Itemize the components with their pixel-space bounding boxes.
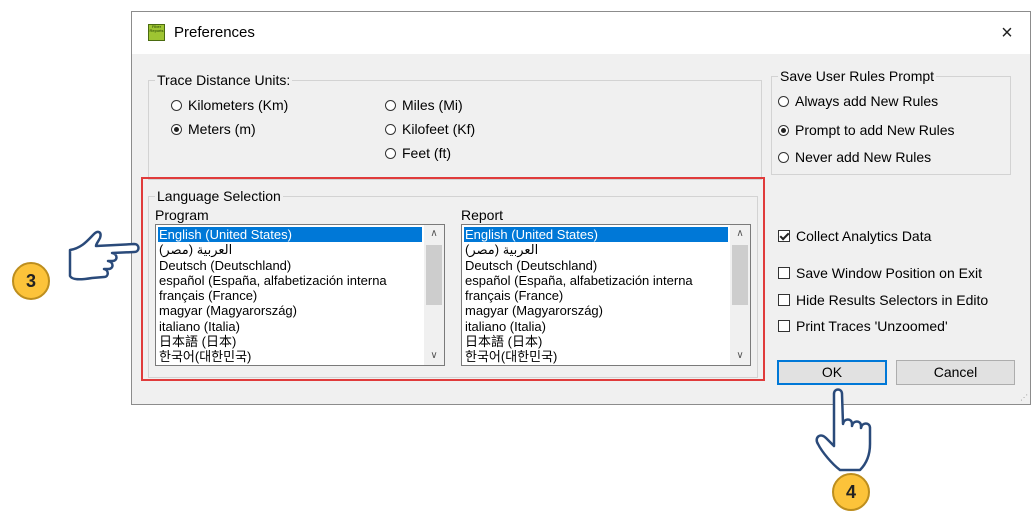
collect-analytics-checkbox[interactable]: Collect Analytics Data [778,228,931,244]
step-4-callout: 4 [832,473,870,511]
radio-dot [778,125,789,136]
radio-feet[interactable]: Feet (ft) [385,145,451,161]
checkbox-box [778,267,790,279]
pointing-hand-up-icon [815,388,872,472]
checkbox-label: Collect Analytics Data [796,228,932,244]
radio-always-add-rules[interactable]: Always add New Rules [778,93,938,109]
radio-kilometers[interactable]: Kilometers (Km) [171,97,288,113]
radio-dot [385,148,396,159]
print-traces-checkbox[interactable]: Print Traces 'Unzoomed' [778,318,948,334]
app-icon: Fiber Reports [148,24,165,41]
radio-never-add-rules[interactable]: Never add New Rules [778,149,931,165]
radio-label: Kilofeet (Kf) [402,121,476,137]
radio-label: Meters (m) [188,121,256,137]
radio-dot [171,124,182,135]
checkbox-label: Hide Results Selectors in Edito [796,292,989,308]
title-bar[interactable]: Fiber Reports Preferences × [132,12,1030,54]
checkbox-label: Print Traces 'Unzoomed' [796,318,948,334]
language-highlight-box [141,177,765,381]
save-window-position-checkbox[interactable]: Save Window Position on Exit [778,265,982,281]
pointing-hand-icon [68,230,140,281]
radio-dot [778,152,789,163]
resize-grip-icon[interactable]: ⋰ [1020,393,1028,402]
window-title: Preferences [174,24,255,41]
step-3-callout: 3 [12,262,50,300]
radio-dot [385,100,396,111]
hide-results-selectors-checkbox[interactable]: Hide Results Selectors in Edito [778,292,988,308]
radio-prompt-add-rules[interactable]: Prompt to add New Rules [778,122,955,138]
checkbox-box [778,230,790,242]
checkbox-box [778,320,790,332]
radio-label: Never add New Rules [795,149,932,165]
radio-dot [171,100,182,111]
radio-label: Kilometers (Km) [188,97,289,113]
radio-label: Miles (Mi) [402,97,463,113]
checkbox-label: Save Window Position on Exit [796,265,982,281]
trace-distance-units-legend: Trace Distance Units: [157,72,291,88]
radio-dot [385,124,396,135]
radio-miles[interactable]: Miles (Mi) [385,97,463,113]
radio-meters[interactable]: Meters (m) [171,121,256,137]
radio-dot [778,96,789,107]
radio-label: Prompt to add New Rules [795,122,955,138]
close-button[interactable]: × [992,18,1022,48]
radio-kilofeet[interactable]: Kilofeet (Kf) [385,121,475,137]
ok-button[interactable]: OK [777,360,887,385]
radio-label: Always add New Rules [795,93,939,109]
radio-label: Feet (ft) [402,145,452,161]
cancel-button[interactable]: Cancel [896,360,1015,385]
save-user-rules-legend: Save User Rules Prompt [780,68,935,84]
checkbox-box [778,294,790,306]
